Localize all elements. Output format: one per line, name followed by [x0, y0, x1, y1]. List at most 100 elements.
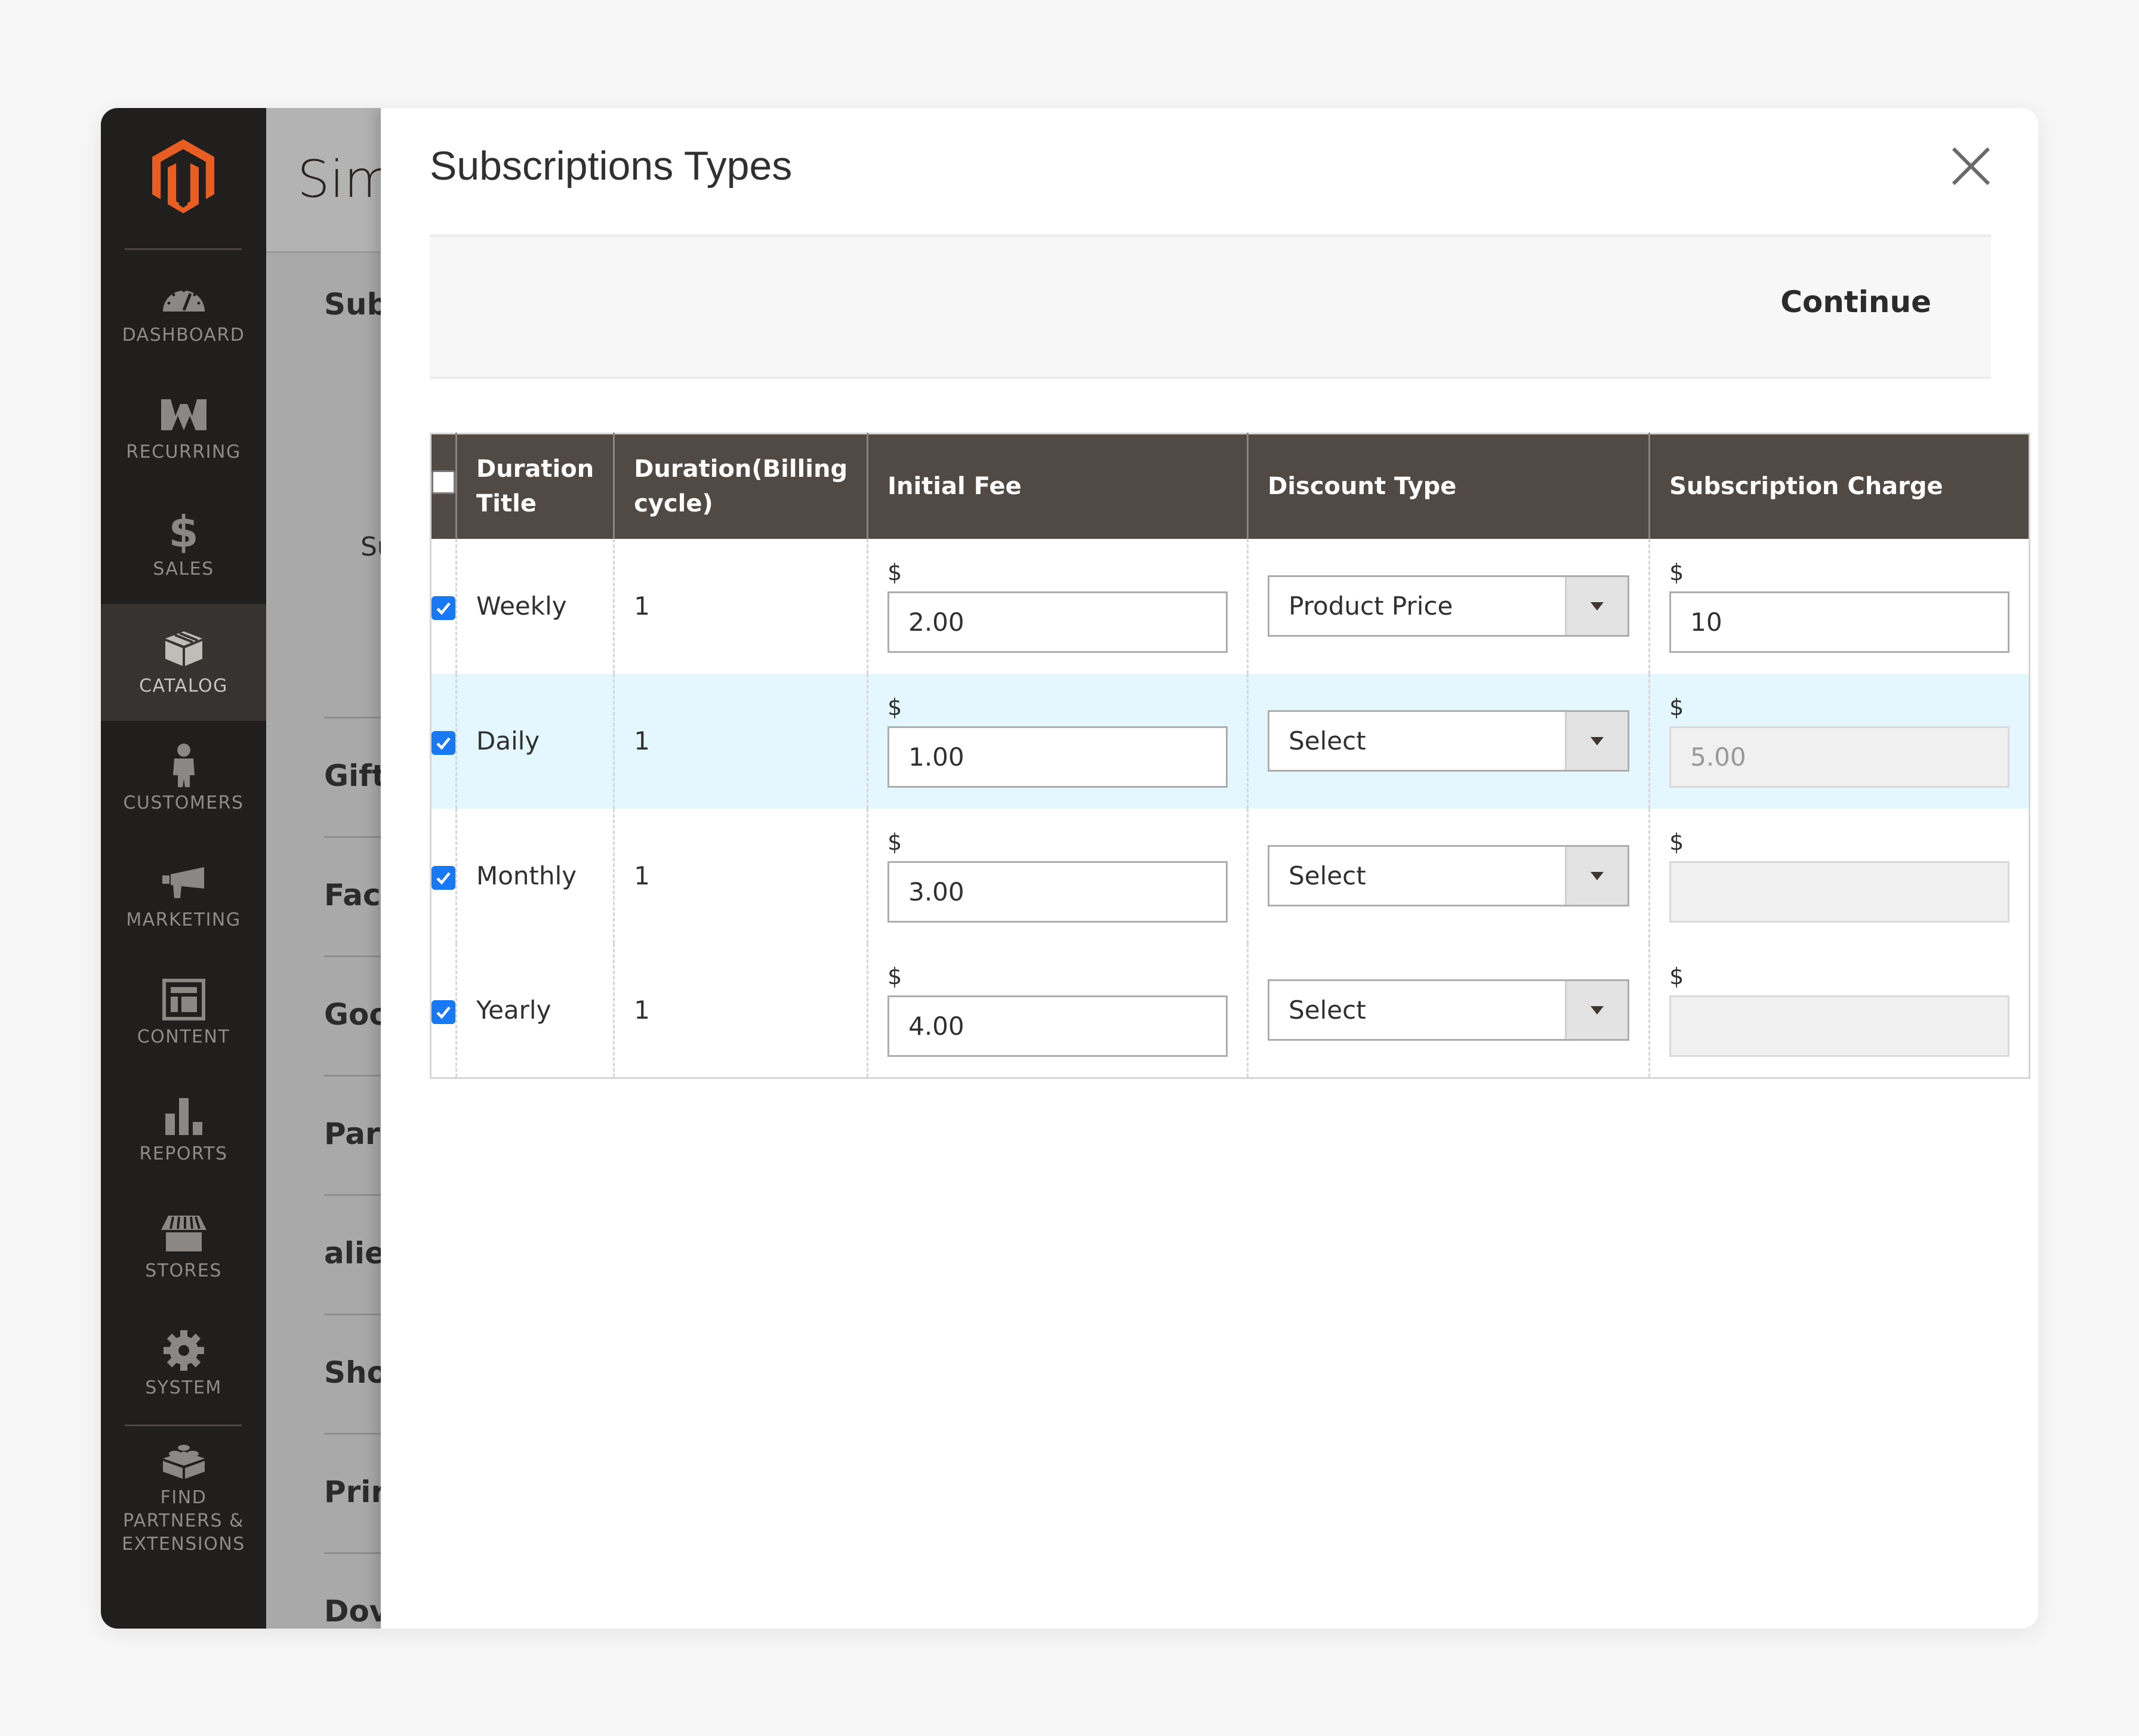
- table-row: Yearly 1 $4.00 Select $: [431, 943, 2030, 1078]
- sidebar-item-label: Stores: [145, 1260, 222, 1281]
- subscription-charge-input[interactable]: 10: [1669, 591, 2010, 653]
- sidebar-item-label: Catalog: [139, 675, 228, 696]
- sidebar-item-catalog[interactable]: Catalog: [101, 604, 266, 721]
- dollar-icon: $: [168, 506, 199, 557]
- background-section-title: Gift: [324, 758, 386, 793]
- sidebar-item-system[interactable]: System: [101, 1306, 266, 1423]
- table-header-row: Duration Title Duration(Billing cycle) I…: [430, 433, 2030, 539]
- background-section-title: Par: [324, 1117, 380, 1151]
- discount-type-cell: Select: [1247, 673, 1650, 809]
- initial-fee-cell: $4.00: [867, 943, 1248, 1078]
- sidebar-item-customers[interactable]: Customers: [101, 721, 266, 838]
- lego-block-icon: [160, 1439, 208, 1481]
- admin-sidebar: Dashboard Recurring $ Sales Catalog Customers…: [101, 108, 266, 1629]
- select-all-checkbox[interactable]: [432, 470, 455, 495]
- speedometer-icon: [160, 277, 208, 319]
- sidebar-item-stores[interactable]: Stores: [101, 1189, 266, 1306]
- background-divider: [324, 836, 386, 838]
- sidebar-item-marketing[interactable]: Marketing: [101, 838, 266, 955]
- sidebar-item-sales[interactable]: $ Sales: [101, 487, 266, 604]
- sidebar-item-reports[interactable]: Reports: [101, 1072, 266, 1189]
- background-divider: [324, 955, 386, 957]
- column-header-duration-title: Duration Title: [455, 433, 614, 539]
- currency-symbol: $: [887, 829, 902, 855]
- sidebar-item-label: Find Partners & Extensions: [122, 1487, 245, 1555]
- subscription-charge-input: 5.00: [1669, 726, 2010, 788]
- bar-chart-icon: [160, 1096, 208, 1137]
- chevron-down-icon: [1565, 847, 1628, 905]
- sidebar-item-label: System: [145, 1377, 222, 1398]
- sidebar-divider: [125, 248, 242, 250]
- subscription-types-table: Duration Title Duration(Billing cycle) I…: [430, 433, 2031, 1079]
- initial-fee-cell: $1.00: [867, 673, 1248, 809]
- background-section-title: Dov: [324, 1594, 386, 1629]
- duration-title-cell: Monthly: [455, 808, 614, 943]
- background-divider: [324, 1313, 386, 1315]
- sidebar-item-label: Reports: [139, 1143, 228, 1164]
- app-window: Dashboard Recurring $ Sales Catalog Customers…: [101, 108, 2038, 1629]
- sidebar-item-content[interactable]: Content: [101, 955, 266, 1072]
- currency-symbol: $: [887, 963, 902, 990]
- sidebar-item-label: Sales: [153, 558, 214, 579]
- row-select-cell: [431, 943, 457, 1078]
- background-divider: [324, 717, 386, 719]
- sidebar-divider: [125, 1424, 242, 1426]
- column-header-initial-fee: Initial Fee: [867, 433, 1248, 539]
- select-all-header: [430, 433, 457, 539]
- column-header-billing-cycle: Duration(Billing cycle): [613, 433, 868, 539]
- subscriptions-types-modal: Subscriptions Types Continue Duration Ti…: [381, 108, 2038, 1629]
- sidebar-item-recurring[interactable]: Recurring: [101, 370, 266, 487]
- background-divider: [324, 1194, 386, 1196]
- chevron-down-icon: [1565, 577, 1628, 635]
- initial-fee-input[interactable]: 1.00: [887, 726, 1228, 788]
- row-checkbox[interactable]: [432, 865, 455, 890]
- subscription-charge-input: [1669, 861, 2010, 923]
- background-page-title: Sim: [297, 150, 386, 209]
- discount-type-value: Select: [1289, 995, 1366, 1025]
- table-row: Weekly 1 $2.00 Product Price $10: [431, 538, 2030, 674]
- box-icon: [160, 628, 208, 670]
- chevron-down-icon: [1565, 712, 1628, 770]
- background-section-title: alie: [324, 1236, 385, 1271]
- discount-type-select[interactable]: Select: [1268, 845, 1630, 906]
- subscription-charge-cell: $: [1648, 808, 2030, 943]
- discount-type-value: Product Price: [1289, 591, 1453, 621]
- row-checkbox[interactable]: [432, 1000, 455, 1024]
- initial-fee-input[interactable]: 4.00: [887, 995, 1228, 1057]
- subscription-charge-input: [1669, 995, 2010, 1057]
- initial-fee-input[interactable]: 2.00: [887, 591, 1228, 653]
- row-checkbox[interactable]: [432, 730, 455, 755]
- duration-title-cell: Daily: [455, 673, 614, 809]
- column-header-subscription-charge: Subscription Charge: [1648, 433, 2030, 539]
- duration-title-cell: Weekly: [455, 538, 614, 674]
- subscription-charge-cell: $: [1648, 943, 2030, 1078]
- person-icon: [160, 743, 208, 787]
- subscription-charge-cell: $10: [1648, 538, 2030, 674]
- sidebar-item-find-partners-extensions[interactable]: Find Partners & Extensions: [101, 1429, 266, 1566]
- discount-type-select[interactable]: Select: [1268, 979, 1630, 1041]
- magento-logo[interactable]: [147, 138, 219, 215]
- sidebar-item-label: Content: [137, 1026, 230, 1047]
- currency-symbol: $: [1669, 694, 1684, 720]
- sidebar-item-dashboard[interactable]: Dashboard: [101, 253, 266, 370]
- row-checkbox[interactable]: [432, 596, 455, 620]
- currency-symbol: $: [1669, 559, 1684, 585]
- currency-symbol: $: [887, 694, 902, 720]
- billing-cycle-cell: 1: [613, 538, 868, 674]
- sidebar-item-label: Dashboard: [122, 324, 245, 346]
- discount-type-select[interactable]: Select: [1268, 710, 1630, 772]
- close-icon[interactable]: [1949, 144, 1993, 189]
- currency-symbol: $: [1669, 829, 1684, 855]
- background-divider: [324, 1075, 386, 1077]
- table-row: Monthly 1 $3.00 Select $: [431, 808, 2030, 943]
- discount-type-select[interactable]: Product Price: [1268, 575, 1630, 637]
- row-select-cell: [431, 539, 457, 674]
- discount-type-cell: Product Price: [1247, 538, 1650, 674]
- row-select-cell: [431, 809, 457, 943]
- layout-icon: [160, 978, 208, 1020]
- initial-fee-input[interactable]: 3.00: [887, 861, 1228, 923]
- background-divider: [324, 1552, 386, 1554]
- discount-type-cell: Select: [1247, 808, 1650, 943]
- continue-button[interactable]: Continue: [1780, 285, 1931, 319]
- discount-type-cell: Select: [1247, 943, 1650, 1078]
